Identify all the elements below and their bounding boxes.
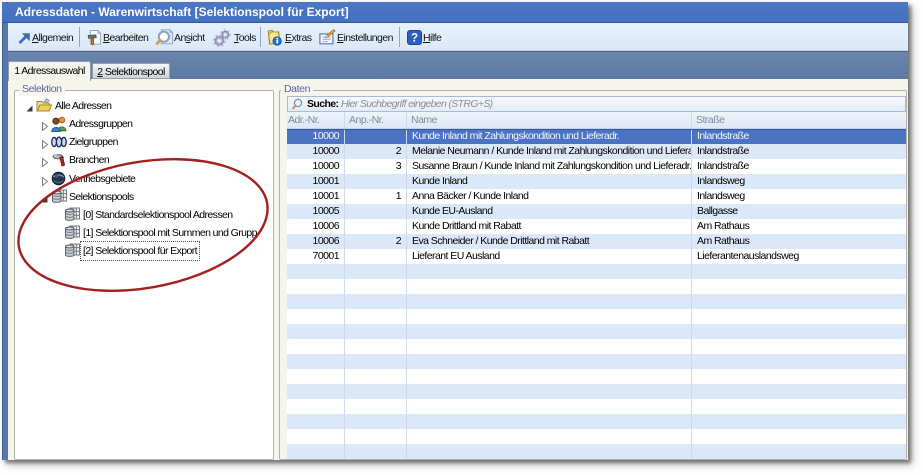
svg-text:?: ? — [411, 33, 418, 45]
